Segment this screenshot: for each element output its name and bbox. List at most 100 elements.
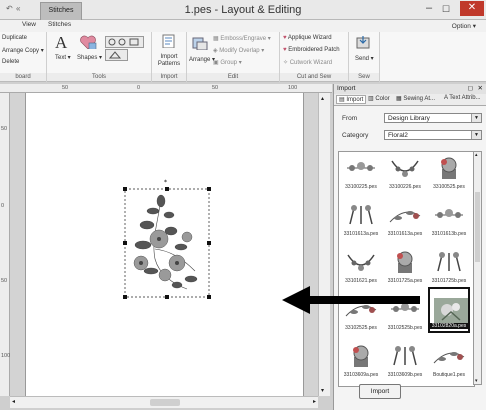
arrange-button[interactable]: Arrange ▾	[189, 56, 215, 63]
edit-group: Arrange ▾ ▦ Emboss/Engrave ▾ ◈ Modify Ov…	[187, 32, 280, 82]
thumbnail-caption: 33102525b.pes	[387, 325, 423, 331]
thumbnail-item[interactable]: 33101613a.pes	[384, 193, 426, 239]
import-button[interactable]: Import	[359, 384, 401, 399]
tab-view[interactable]: View	[22, 21, 36, 28]
thumbnail-caption: 33100226.pes	[389, 184, 421, 190]
thumbnail-caption: 33103609b.pes	[387, 372, 423, 378]
cutwork-wizard-button[interactable]: ✧ Cutwork Wizard	[283, 59, 332, 66]
design-canvas[interactable]: *	[10, 93, 318, 396]
tools-group-label: Tools	[47, 73, 151, 81]
embroidery-thumbnail	[391, 160, 419, 177]
thumbnail-item[interactable]: 33103609b.pes	[384, 334, 426, 380]
tab-sewing-attributes[interactable]: ▦ Sewing At...	[396, 95, 435, 102]
import-group-label: Import	[152, 73, 186, 81]
title-bar: ↶ « Stitches 1.pes - Layout & Editing – …	[0, 0, 486, 20]
panel-pin-icon[interactable]: ◻	[468, 84, 473, 94]
scroll-up-icon[interactable]: ▴	[475, 152, 478, 158]
tab-color[interactable]: ▥ Color	[368, 95, 390, 102]
shapes-icon[interactable]	[79, 35, 97, 49]
import-patterns-icon[interactable]	[160, 34, 178, 48]
scroll-left-icon[interactable]: ◂	[12, 398, 15, 405]
thumbnail-caption: 33101621.pes	[345, 278, 377, 284]
select-tools-icon[interactable]	[105, 36, 145, 62]
embroidery-thumbnail	[353, 345, 369, 367]
embroidered-patch-button[interactable]: ♥ Embroidered Patch	[283, 47, 340, 53]
chevron-down-icon: ▼	[471, 131, 481, 139]
ruler-tick: 50	[62, 85, 69, 91]
applique-wizard-button[interactable]: ♥ Applique Wizard	[283, 35, 332, 41]
category-label: Category	[342, 132, 369, 139]
tab-import[interactable]: ▤ Import	[336, 95, 367, 104]
duplicate-button[interactable]: Duplicate	[2, 35, 27, 41]
cut-and-sew-group-label: Cut and Sew	[280, 73, 348, 81]
sew-group-label: Sew	[349, 73, 379, 81]
thumbnail-caption: 33101613b.pes	[431, 231, 467, 237]
tab-stitches[interactable]: Stitches	[48, 21, 71, 28]
embroidery-thumbnail	[397, 251, 413, 273]
panel-close-icon[interactable]: ✕	[478, 84, 483, 94]
thumbnail-item[interactable]: 33101621.pes	[340, 240, 382, 286]
thumbnail-caption: Boutique1.pes	[433, 372, 465, 378]
thumbnail-item[interactable]: 33100225.pes	[340, 152, 382, 192]
embroidery-thumbnail	[347, 162, 375, 171]
clipboard-group-label: board	[0, 73, 46, 81]
thumbnail-item[interactable]: 33100525.pes	[428, 152, 470, 192]
embroidery-thumbnail	[441, 157, 457, 179]
scroll-thumb[interactable]	[150, 399, 180, 406]
ruler-tick: 100	[288, 85, 298, 91]
scroll-up-icon[interactable]: ▴	[321, 95, 324, 102]
group-button[interactable]: ▣ Group ▾	[213, 59, 242, 66]
tab-text-attributes[interactable]: A Text Attrib...	[444, 95, 481, 101]
embroidery-design[interactable]: *	[121, 179, 217, 301]
ruler-tick: 0	[137, 85, 141, 91]
edit-group-label: Edit	[187, 73, 279, 81]
scroll-right-icon[interactable]: ▸	[313, 398, 316, 405]
close-icon[interactable]: ✕	[460, 1, 484, 16]
svg-text:*: *	[164, 179, 167, 186]
text-icon[interactable]: A	[55, 33, 67, 53]
embroidery-thumbnail	[434, 298, 468, 324]
send-icon[interactable]	[355, 35, 373, 49]
clipboard-group: Duplicate Arrange Copy ▾ Delete board	[0, 32, 47, 82]
ruler-tick: 50	[1, 278, 8, 284]
maximize-icon[interactable]: ☐	[442, 4, 450, 15]
arrange-copy-button[interactable]: Arrange Copy ▾	[2, 47, 44, 54]
canvas-vertical-scrollbar[interactable]: ▴ ▾	[318, 93, 330, 396]
minimize-icon[interactable]: –	[426, 2, 432, 14]
send-button[interactable]: Send ▾	[355, 55, 374, 62]
thumbnail-item[interactable]: 33101613a.pes	[340, 193, 382, 239]
thumbnail-caption: 33101613a.pes	[387, 231, 423, 237]
thumbnail-item[interactable]: 33103609a.pes	[340, 334, 382, 380]
thumbnail-item[interactable]: Boutique1.pes	[428, 334, 470, 380]
cut-and-sew-group: ♥ Applique Wizard ♥ Embroidered Patch ✧ …	[280, 32, 349, 82]
scroll-thumb[interactable]	[475, 192, 480, 262]
embroidery-thumbnail	[349, 205, 373, 225]
thumbnail-item[interactable]: 33101725b.pes	[428, 240, 470, 286]
thumbnail-item[interactable]: 33101613b.pes	[428, 193, 470, 239]
shapes-button[interactable]: Shapes ▾	[77, 54, 102, 61]
category-select[interactable]: Floral2 ▼	[384, 130, 482, 140]
from-select[interactable]: Design Library ▼	[384, 113, 482, 123]
import-panel-header: Import ◻ ✕	[334, 84, 486, 94]
embroidery-thumbnail	[437, 252, 461, 272]
design-page[interactable]: *	[25, 93, 304, 396]
thumbnail-item[interactable]: 33102820a.pes	[428, 287, 470, 333]
sew-group: Send ▾ Sew	[349, 32, 380, 82]
thumbnail-item[interactable]: 33100226.pes	[384, 152, 426, 192]
emboss-engrave-button[interactable]: ▦ Emboss/Engrave ▾	[213, 35, 271, 42]
option-menu[interactable]: Option ▾	[452, 22, 476, 30]
modify-overlap-button[interactable]: ◈ Modify Overlap ▾	[213, 47, 264, 54]
text-button[interactable]: Text ▾	[55, 54, 71, 61]
ruler-tick: 100	[1, 353, 11, 359]
scroll-down-icon[interactable]: ▾	[321, 387, 324, 394]
canvas-horizontal-scrollbar[interactable]: ◂ ▸	[10, 396, 318, 408]
delete-button[interactable]: Delete	[2, 59, 19, 65]
thumbnail-scrollbar[interactable]: ▴ ▾	[473, 151, 482, 385]
import-patterns-button[interactable]: Import Patterns	[154, 54, 184, 68]
thumbnail-item[interactable]: 33101725a.pes	[384, 240, 426, 286]
ribbon: Duplicate Arrange Copy ▾ Delete board A …	[0, 32, 486, 82]
ruler-tick: 50	[1, 126, 8, 132]
scroll-down-icon[interactable]: ▾	[475, 378, 478, 384]
embroidery-thumbnail	[347, 254, 375, 271]
arrange-icon[interactable]	[191, 36, 209, 50]
